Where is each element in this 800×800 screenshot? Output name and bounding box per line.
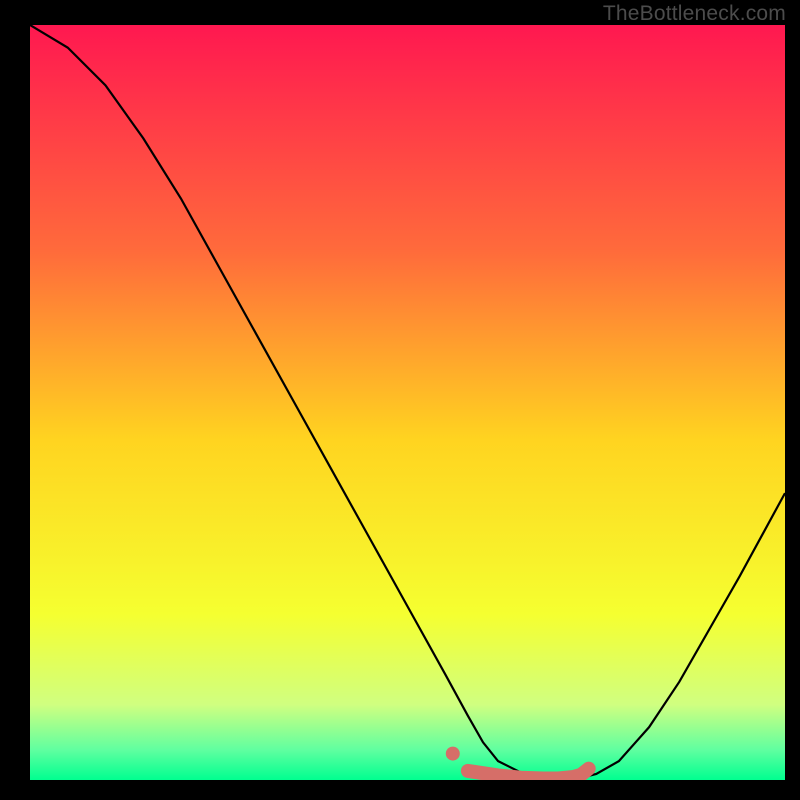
watermark-text: TheBottleneck.com bbox=[603, 2, 786, 26]
highlight-start-dot bbox=[446, 747, 460, 761]
chart-svg bbox=[30, 25, 785, 780]
chart-container: TheBottleneck.com bbox=[0, 0, 800, 800]
plot-area bbox=[30, 25, 785, 780]
